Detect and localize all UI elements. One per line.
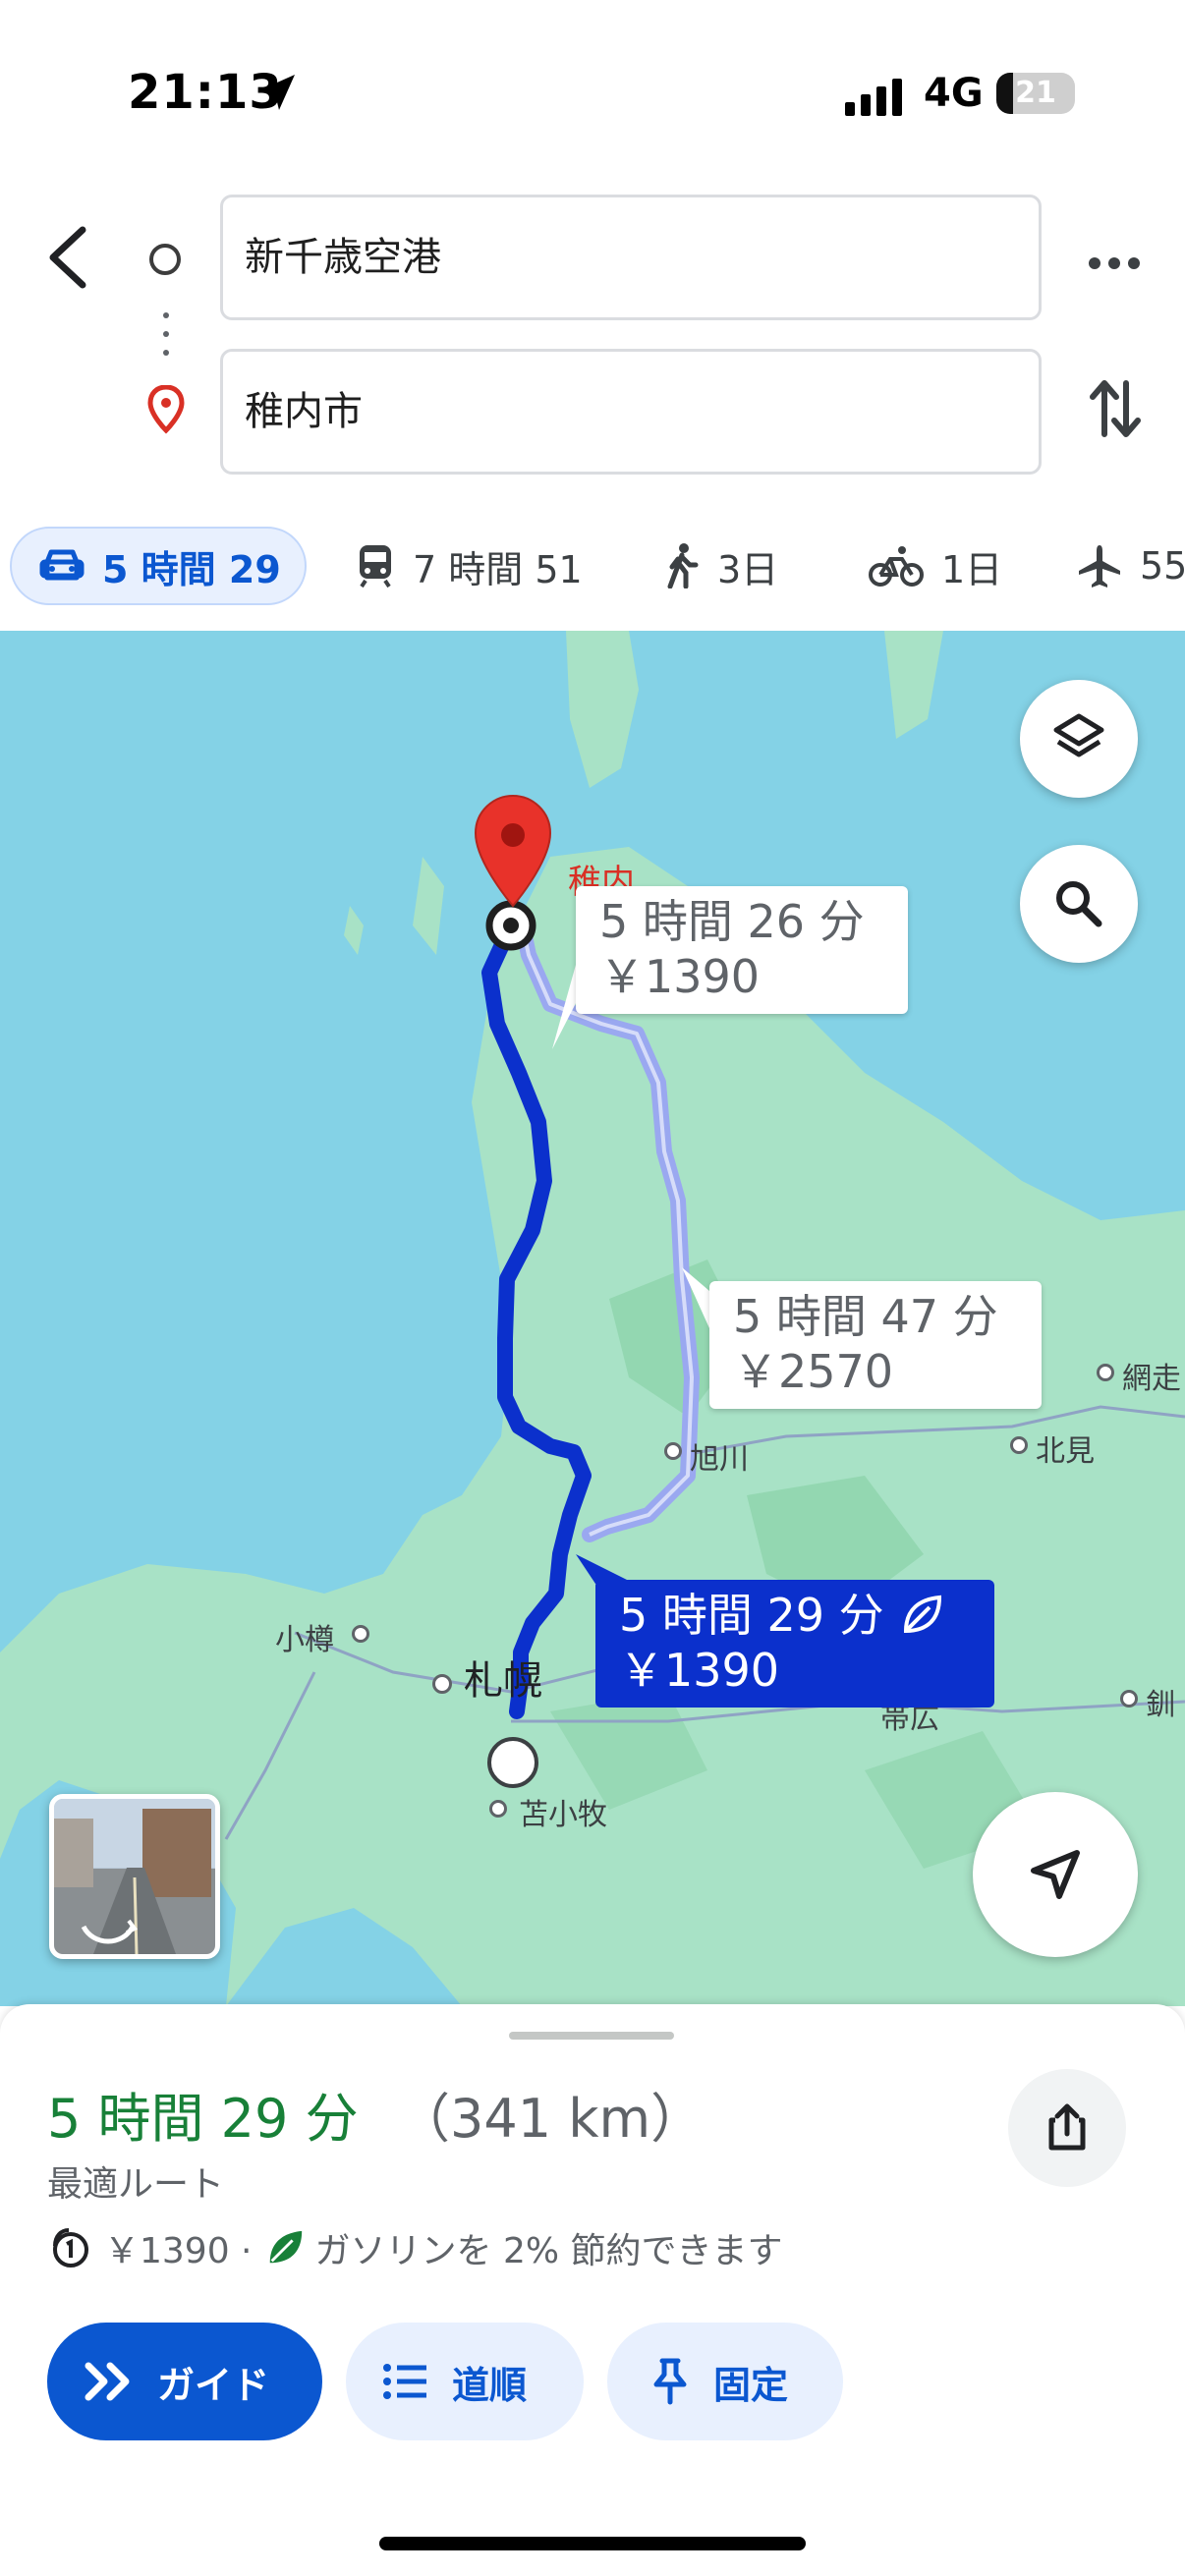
street-view-image — [54, 1799, 215, 1954]
eco-leaf-icon — [269, 2230, 302, 2264]
destination-pin-icon — [147, 385, 185, 434]
place-dot — [432, 1674, 452, 1694]
map-label-tomakomai: 苫小牧 — [519, 1798, 607, 1832]
origin-input[interactable]: 新千歳空港 — [220, 195, 1042, 320]
eco-savings: ガソリンを 2% 節約できます — [314, 2231, 783, 2271]
street-view-thumbnail[interactable] — [49, 1794, 220, 1959]
place-dot — [489, 1800, 507, 1818]
navigation-arrow-icon — [1031, 1850, 1080, 1899]
place-dot — [1010, 1436, 1028, 1454]
toll-price: ￥1390 · — [104, 2231, 253, 2271]
place-dot — [352, 1625, 369, 1643]
map-label-otaru: 小樽 — [275, 1623, 334, 1657]
map-label-kitami: 北見 — [1036, 1434, 1095, 1469]
route-duration: 5 時間 29 分 — [47, 2088, 359, 2150]
route-map[interactable]: 稚内 旭川 北見 網走 小樽 札幌 苫小牧 帯広 釧 5 時間 26 分 ￥13… — [0, 631, 1185, 2006]
tab-drive[interactable]: 5 時間 29 — [10, 527, 307, 605]
route-subtitle: 最適ルート — [47, 2164, 225, 2205]
map-label-asahikawa: 旭川 — [690, 1442, 749, 1477]
layers-button[interactable] — [1020, 680, 1138, 798]
guide-label: ガイド — [157, 2363, 270, 2407]
route-summary-sheet: 5 時間 29 分 （341 km） 最適ルート ￥1390 · ガソリンを 2… — [0, 2004, 1185, 2576]
battery-icon: 21 — [996, 73, 1075, 114]
steps-button[interactable]: 道順 — [346, 2323, 584, 2440]
callout-price: ￥1390 — [599, 950, 761, 1003]
callout-time: 5 時間 26 分 — [599, 895, 865, 948]
guide-button[interactable]: ガイド — [47, 2323, 322, 2440]
route-callout-alt2[interactable]: 5 時間 47 分 ￥2570 — [709, 1281, 1042, 1409]
tab-bike[interactable]: 1日 — [869, 527, 1002, 605]
eco-leaf-icon — [903, 1595, 941, 1634]
destination-input[interactable]: 稚内市 — [220, 349, 1042, 475]
back-button[interactable] — [39, 218, 98, 297]
callout-price: ￥2570 — [733, 1345, 894, 1398]
map-search-button[interactable] — [1020, 845, 1138, 963]
layers-icon — [1053, 713, 1104, 757]
steps-label: 道順 — [452, 2363, 528, 2407]
tab-transit-label: 7 時間 51 — [413, 547, 583, 591]
walk-icon — [667, 543, 699, 588]
place-dot — [664, 1442, 682, 1460]
map-label-kushiro: 釧 — [1146, 1688, 1175, 1722]
sheet-drag-handle[interactable] — [509, 2032, 674, 2040]
share-button[interactable] — [1008, 2069, 1126, 2187]
home-indicator[interactable] — [379, 2537, 806, 2550]
callout-time: 5 時間 29 分 — [619, 1589, 884, 1642]
flight-icon — [1079, 545, 1120, 588]
list-icon — [383, 2364, 426, 2399]
route-callout-alt1[interactable]: 5 時間 26 分 ￥1390 — [576, 886, 908, 1014]
network-type: 4G — [924, 71, 984, 116]
travel-mode-tabs: 5 時間 29 7 時間 51 3日 1日 55 — [0, 511, 1185, 619]
callout-time: 5 時間 47 分 — [733, 1290, 998, 1343]
swap-icon[interactable] — [1089, 377, 1142, 440]
place-dot — [1120, 1690, 1138, 1708]
share-icon — [1048, 2103, 1086, 2151]
pin-button[interactable]: 固定 — [607, 2323, 843, 2440]
route-callout-selected[interactable]: 5 時間 29 分 ￥1390 — [595, 1580, 994, 1708]
tab-walk[interactable]: 3日 — [664, 527, 778, 605]
tab-transit[interactable]: 7 時間 51 — [356, 527, 583, 605]
origin-map-marker — [487, 1737, 538, 1788]
pin-icon — [653, 2358, 687, 2405]
route-dots-icon — [163, 312, 169, 368]
toll-eco-row: ￥1390 · ガソリンを 2% 節約できます — [47, 2222, 783, 2273]
search-icon — [1056, 881, 1102, 927]
toll-icon — [53, 2228, 88, 2268]
more-options-icon[interactable] — [1087, 253, 1142, 273]
tab-flight[interactable]: 55 — [1077, 527, 1185, 605]
pin-label: 固定 — [713, 2363, 789, 2407]
tab-bike-label: 1日 — [941, 547, 1003, 591]
bike-icon — [869, 546, 924, 587]
train-icon — [360, 545, 391, 588]
place-dot — [1097, 1364, 1114, 1381]
route-distance: （341 km） — [397, 2088, 705, 2150]
tab-drive-label: 5 時間 29 — [102, 547, 281, 591]
battery-level: 21 — [1015, 76, 1056, 110]
callout-price: ￥1390 — [619, 1644, 780, 1697]
guide-chevrons-icon — [85, 2362, 130, 2401]
map-label-sapporo: 札幌 — [464, 1658, 542, 1704]
recenter-button[interactable] — [973, 1792, 1138, 1957]
origin-marker-icon — [149, 244, 181, 275]
tab-flight-label: 55 — [1140, 544, 1185, 588]
map-label-abashiri: 網走 — [1122, 1362, 1181, 1396]
location-arrow-icon — [259, 75, 295, 110]
tab-walk-label: 3日 — [717, 547, 779, 591]
rebun-island — [566, 631, 639, 788]
signal-icon — [845, 79, 902, 116]
car-icon — [39, 549, 85, 581]
